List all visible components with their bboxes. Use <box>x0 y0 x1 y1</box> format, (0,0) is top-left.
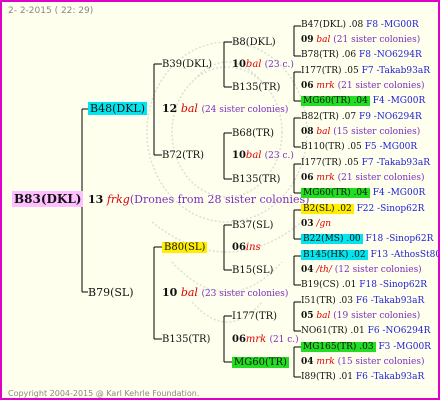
gen4-mating: 06 mrk (21 sister colonies) <box>301 173 425 183</box>
gen4-row: B78(TR) .06 F8 -NO6294R <box>301 50 422 60</box>
gen1-b48: B48(DKL) <box>88 102 148 115</box>
gen2-b72-mating: 10bal (23 c.) <box>232 150 294 161</box>
gen4-row: B82(TR) .07 F9 -NO6294R <box>301 112 422 122</box>
gen3-7: MG60(TR) <box>232 357 289 368</box>
gen3-2: B68(TR) <box>232 128 275 139</box>
gen4-row: MG165(TR) .03 F3 -MG00R <box>301 342 431 352</box>
root-queen: B83(DKL) <box>12 191 84 207</box>
gen3-5: B15(SL) <box>232 265 274 276</box>
root-mating: 13 frkg(Drones from 28 sister colonies) <box>88 193 310 206</box>
gen4-row: MG60(TR) .04 F4 -MG00R <box>301 96 426 106</box>
gen4-mating: 04 /th/ (12 sister colonies) <box>301 265 422 275</box>
gen3-1: B135(TR) <box>232 82 281 93</box>
gen4-row: NO61(TR) .01 F6 -NO6294R <box>301 326 431 336</box>
root-queen-label: B83(DKL) <box>12 191 84 207</box>
gen4-row: I89(TR) .01 F6 -Takab93aR <box>301 372 425 382</box>
gen2-b72: B72(TR) <box>162 150 205 161</box>
gen2-b39: B39(DKL) <box>162 59 213 70</box>
gen4-row: B110(TR) .05 F5 -MG00R <box>301 142 418 152</box>
gen3-4: B37(SL) <box>232 220 274 231</box>
gen2-b80: B80(SL) <box>162 242 208 253</box>
gen4-mating: 03 /gn <box>301 219 331 229</box>
gen4-mating: 09 bal (21 sister colonies) <box>301 35 421 45</box>
gen1-b48-mating: 12 bal (24 sister colonies) <box>162 102 289 115</box>
gen2-b80-mating: 06ins <box>232 242 261 253</box>
gen4-row: MG60(TR) .04 F4 -MG00R <box>301 188 426 198</box>
gen3-0: B8(DKL) <box>232 37 276 48</box>
gen3-6: I177(TR) <box>232 311 278 322</box>
gen4-row: I51(TR) .03 F6 -Takab93aR <box>301 296 425 306</box>
gen4-row: B145(HK) .02 F13 -AthosSt80R <box>301 250 438 260</box>
gen1-b79: B79(SL) <box>88 286 134 299</box>
gen4-row: B47(DKL) .08 F8 -MG00R <box>301 20 419 30</box>
gen4-row: B2(SL) .02 F22 -Sinop62R <box>301 204 425 214</box>
gen4-mating: 04 mrk (15 sister colonies) <box>301 357 425 367</box>
gen4-mating: 05 bal (19 sister colonies) <box>301 311 421 321</box>
gen2-b135-mating: 06mrk (21 c.) <box>232 334 299 345</box>
gen2-b135: B135(TR) <box>162 334 211 345</box>
gen4-mating: 08 bal (15 sister colonies) <box>301 127 421 137</box>
gen4-row: B22(MS) .00 F18 -Sinop62R <box>301 234 434 244</box>
gen4-row: I177(TR) .05 F7 -Takab93aR <box>301 158 431 168</box>
copyright: Copyright 2004-2015 @ Karl Kehrle Founda… <box>8 389 200 398</box>
gen4-row: I177(TR) .05 F7 -Takab93aR <box>301 66 431 76</box>
gen3-3: B135(TR) <box>232 174 281 185</box>
pedigree-panel: 2- 2-2015 ( 22: 29) B83(DKL) 13 frkg(Dro… <box>0 0 440 400</box>
date-range: 2- 2-2015 ( 22: 29) <box>8 6 94 16</box>
gen1-b79-mating: 10 bal (23 sister colonies) <box>162 286 289 299</box>
gen4-row: B19(CS) .01 F18 -Sinop62R <box>301 280 428 290</box>
gen2-b39-mating: 10bal (23 c.) <box>232 59 294 70</box>
gen4-mating: 06 mrk (21 sister colonies) <box>301 81 425 91</box>
